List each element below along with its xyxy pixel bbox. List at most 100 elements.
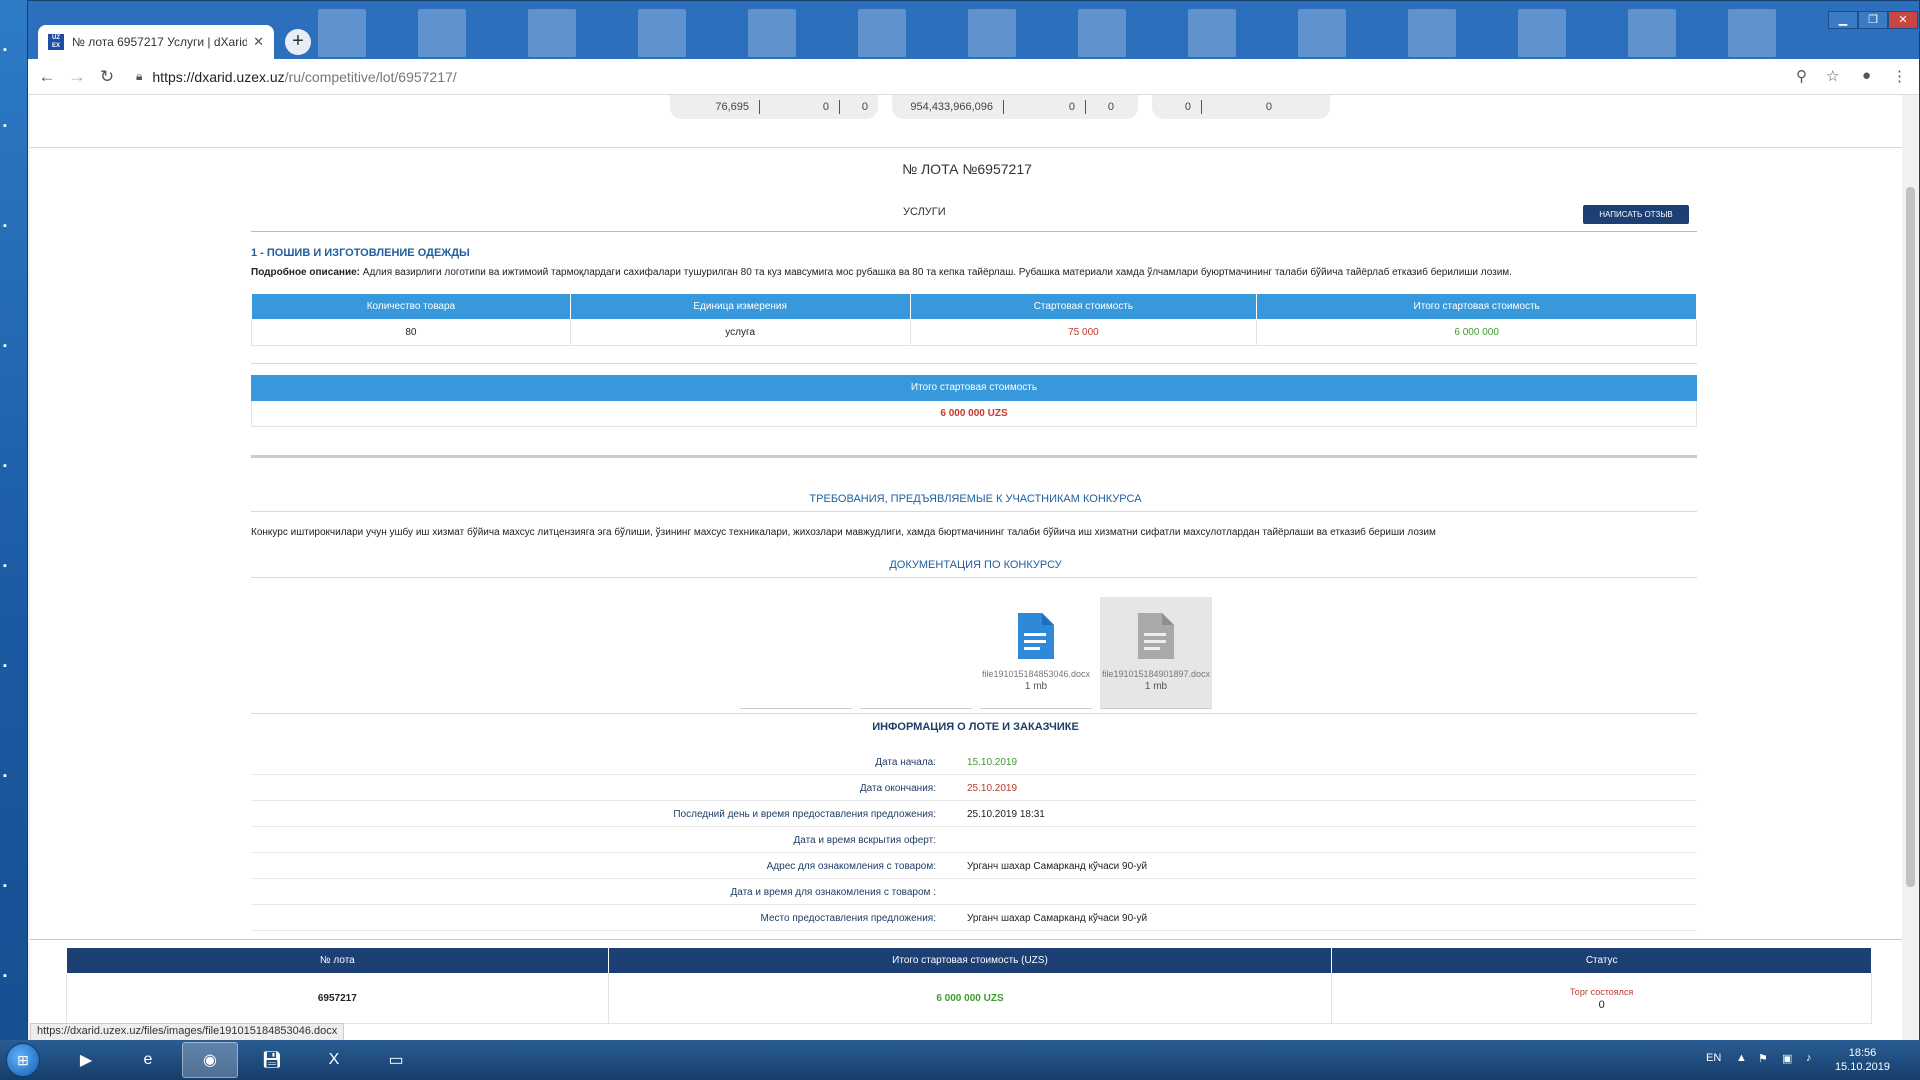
close-window-icon[interactable]: ✕	[1888, 11, 1918, 29]
write-review-button[interactable]: НАПИСАТЬ ОТЗЫВ	[1583, 205, 1689, 224]
status-text: Торг состоялся	[1570, 986, 1634, 997]
summary-row: 6957217 6 000 000 UZS Торг состоялся 0	[66, 973, 1872, 1024]
blurred-desktop-icon	[1628, 9, 1676, 57]
desktop-icon[interactable]: ▪	[3, 340, 23, 352]
desktop-icon[interactable]: ▪	[3, 880, 23, 892]
desktop-icon[interactable]: ▪	[3, 560, 23, 572]
desktop-icon[interactable]: ▪	[3, 460, 23, 472]
info-label: Место предоставления предложения:	[760, 913, 936, 924]
desktop-icon[interactable]: ▪	[3, 970, 23, 982]
tab-lot-6957217[interactable]: UZ EX № лота 6957217 Услуги | dXarid ✕	[38, 25, 274, 59]
windows-taskbar: ⊞ ▶ e ◉ 💾︎ X ▭ EN ▲ ⚑ ▣ ♪ 18:56 15.10.20…	[0, 1040, 1920, 1080]
file-explorer-icon[interactable]: ▭	[368, 1042, 424, 1078]
info-title: ИНФОРМАЦИЯ О ЛОТЕ И ЗАКАЗЧИКЕ	[872, 721, 1079, 733]
volume-icon[interactable]: ♪	[1806, 1052, 1812, 1064]
stat-value: 0	[861, 101, 868, 113]
document-icon	[1138, 613, 1174, 659]
stats-group-1: 76,695 0 0	[670, 95, 878, 119]
back-arrow-icon[interactable]: ←	[32, 67, 62, 87]
info-row-viewing-date: Дата и время для ознакомления с товаром …	[251, 879, 1697, 905]
address-bar[interactable]: 🔒︎ https://dxarid.uzex.uz/ru/competitive…	[130, 63, 1900, 91]
tab-strip: UZ EX № лота 6957217 Услуги | dXarid ✕ +…	[28, 1, 1919, 59]
table-row: 80 услуга 75 000 6 000 000	[251, 319, 1697, 346]
item-table: Количество товара Единица измерения Стар…	[251, 293, 1697, 346]
desktop-icon[interactable]: ▪	[3, 120, 23, 132]
blurred-desktop-icon	[1408, 9, 1456, 57]
document-name: file191015184901897.docx	[1101, 669, 1211, 679]
divider	[251, 455, 1697, 458]
close-tab-icon[interactable]: ✕	[253, 34, 264, 50]
status-count: 0	[1598, 998, 1605, 1011]
category-label: УСЛУГИ	[903, 206, 946, 218]
document-file-1[interactable]: file191015184853046.docx 1 mb	[980, 597, 1092, 709]
start-button[interactable]: ⊞	[6, 1043, 40, 1077]
scrollbar-thumb[interactable]	[1906, 187, 1915, 887]
blurred-desktop-icon	[318, 9, 366, 57]
desktop-icon[interactable]: ▪	[3, 220, 23, 232]
language-indicator[interactable]: EN	[1706, 1052, 1721, 1064]
internet-explorer-icon[interactable]: e	[120, 1042, 176, 1078]
page-viewport: 76,695 0 0 954,433,966,096 0 0 0 0 № ЛОТ…	[28, 95, 1904, 1041]
profile-avatar-icon[interactable]: ●	[1862, 67, 1871, 84]
col-total-uzs: Итого стартовая стоимость (UZS)	[607, 947, 1333, 974]
desktop-icon[interactable]: ▪	[3, 770, 23, 782]
stat-value: 0	[1107, 101, 1114, 113]
divider	[30, 939, 1904, 940]
minimize-icon[interactable]: ▁	[1828, 11, 1858, 29]
desktop-icon[interactable]: ▪	[3, 44, 23, 56]
info-value: 25.10.2019 18:31	[967, 809, 1045, 820]
cell-unit: услуга	[569, 319, 911, 346]
document-file-2[interactable]: file191015184901897.docx 1 mb	[1100, 597, 1212, 709]
new-tab-button[interactable]: +	[285, 29, 311, 55]
document-icon	[1018, 613, 1054, 659]
divider	[251, 577, 1697, 578]
stat-value: 76,695	[670, 100, 760, 114]
info-row-opening: Дата и время вскрытия оферт:	[251, 827, 1697, 853]
forward-arrow-icon[interactable]: →	[62, 67, 92, 87]
clock-time: 18:56	[1848, 1047, 1877, 1059]
save-disk-icon[interactable]: 💾︎	[244, 1042, 300, 1078]
bookmark-star-icon[interactable]: ☆	[1826, 67, 1839, 85]
page-scrollbar[interactable]	[1902, 95, 1919, 1041]
blurred-desktop-icon	[858, 9, 906, 57]
media-player-icon[interactable]: ▶	[58, 1042, 114, 1078]
page-content: 76,695 0 0 954,433,966,096 0 0 0 0 № ЛОТ…	[30, 95, 1904, 1041]
info-row-deadline: Последний день и время предоставления пр…	[251, 801, 1697, 827]
tray-expand-icon[interactable]: ▲	[1736, 1052, 1747, 1064]
reload-icon[interactable]: ↻	[92, 67, 122, 87]
info-label: Адрес для ознакомления с товаром:	[766, 861, 936, 872]
info-row-submission-place: Место предоставления предложения: Урганч…	[251, 905, 1697, 931]
chrome-icon[interactable]: ◉	[182, 1042, 238, 1078]
info-label: Дата окончания:	[859, 783, 936, 794]
blurred-desktop-icon	[1728, 9, 1776, 57]
blurred-desktop-icon	[1518, 9, 1566, 57]
summary-lot-no: 6957217	[66, 973, 609, 1024]
cell-start-price: 75 000	[909, 319, 1258, 346]
divider	[251, 713, 1697, 714]
info-value: Урганч шахар Самарканд кўчаси 90-уй	[967, 913, 1148, 924]
info-row-start-date: Дата начала: 15.10.2019	[251, 749, 1697, 775]
zoom-icon[interactable]: ⚲	[1796, 67, 1807, 85]
system-clock[interactable]: 18:56 15.10.2019	[1835, 1046, 1890, 1074]
table-header-row: Количество товара Единица измерения Стар…	[251, 293, 1697, 320]
network-icon[interactable]: ▣	[1782, 1052, 1792, 1065]
col-start-price: Стартовая стоимость	[909, 293, 1258, 320]
menu-kebab-icon[interactable]: ⋮	[1892, 67, 1907, 85]
desktop-icon[interactable]: ▪	[3, 660, 23, 672]
cell-total-price: 6 000 000	[1256, 319, 1697, 346]
divider	[251, 363, 1697, 364]
col-quantity: Количество товара	[251, 293, 571, 320]
blurred-desktop-icon	[528, 9, 576, 57]
action-center-flag-icon[interactable]: ⚑	[1758, 1052, 1768, 1065]
document-name: file191015184853046.docx	[981, 669, 1091, 679]
info-value: Урганч шахар Самарканд кўчаси 90-уй	[967, 861, 1148, 872]
stat-value: 954,433,966,096	[892, 100, 1004, 114]
maximize-icon[interactable]: ❐	[1858, 11, 1888, 29]
divider	[30, 147, 1904, 148]
total-header: Итого стартовая стоимость	[251, 375, 1697, 401]
documents-title: ДОКУМЕНТАЦИЯ ПО КОНКУРСУ	[889, 559, 1062, 571]
total-value: 6 000 000 UZS	[251, 401, 1697, 427]
stat-value: 0	[760, 100, 840, 114]
excel-icon[interactable]: X	[306, 1042, 362, 1078]
clock-date: 15.10.2019	[1834, 1061, 1890, 1073]
